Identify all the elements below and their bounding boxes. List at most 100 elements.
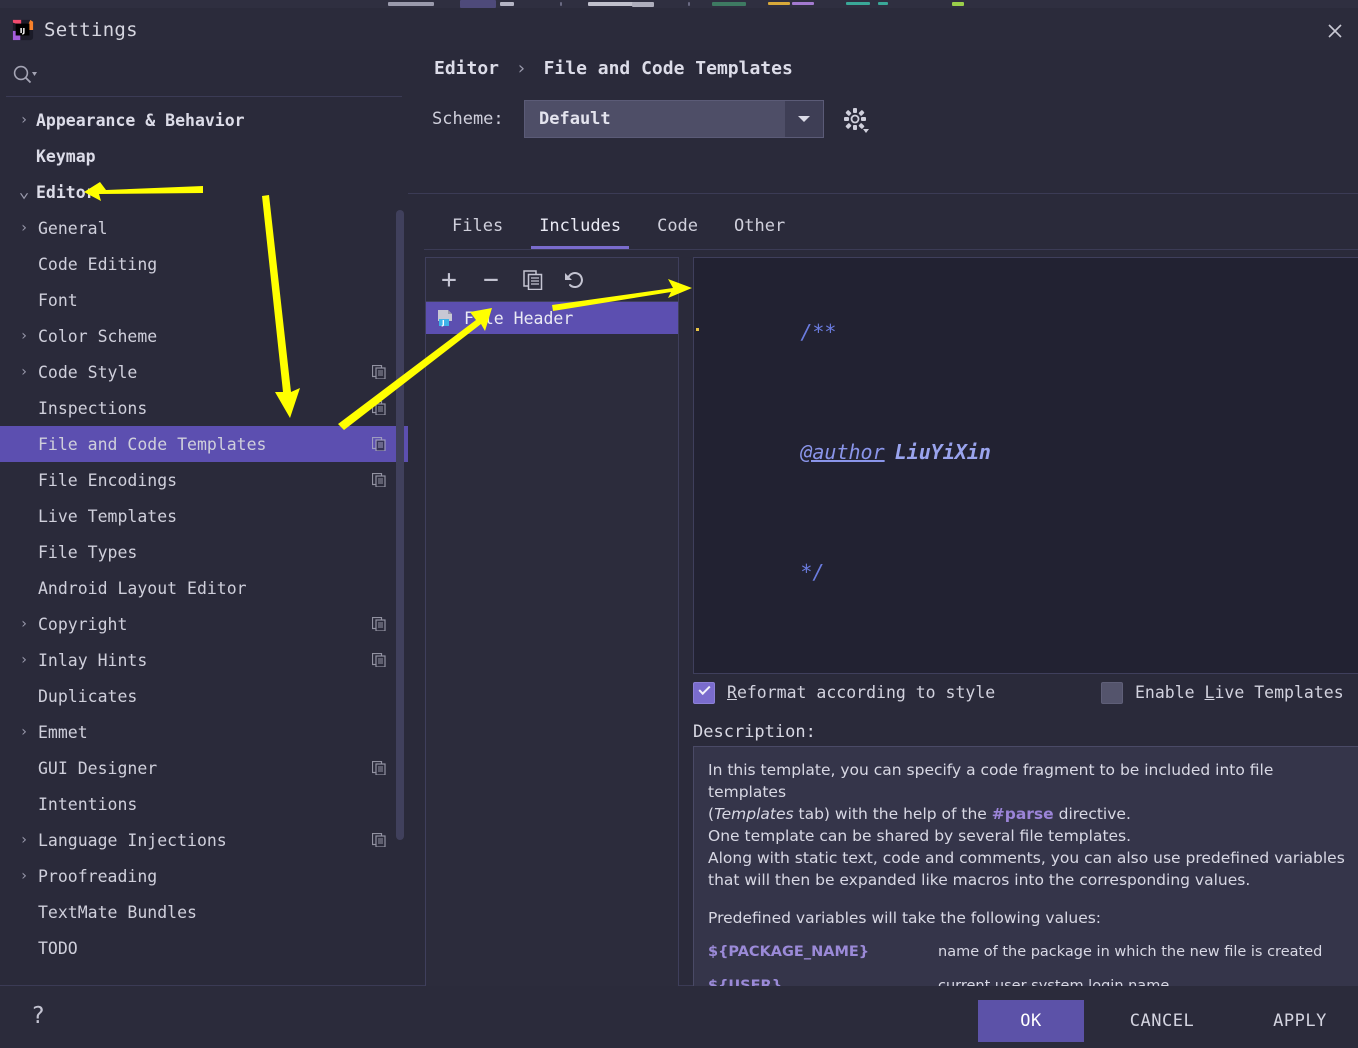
apply-button[interactable]: APPLY [1250,1000,1350,1042]
sidebar-item-android-layout-editor[interactable]: Android Layout Editor [0,570,408,606]
sidebar-scrollbar[interactable] [396,210,404,840]
add-template-button[interactable]: + [430,261,468,299]
sidebar-item-appearance-behavior[interactable]: › Appearance & Behavior [0,102,408,138]
code-comment-close: */ [800,560,825,584]
sidebar-item-code-editing[interactable]: Code Editing [0,246,408,282]
sidebar-item-font[interactable]: Font [0,282,408,318]
dialog-footer: ? OK CANCEL APPLY [0,986,1358,1048]
scheme-dropdown[interactable]: Default [524,100,824,138]
sidebar-item-proofreading[interactable]: › Proofreading [0,858,408,894]
live-templates-checkbox-label[interactable]: Enable Live Templates [1135,683,1344,702]
copy-template-button[interactable] [514,261,552,299]
background-window-strip [0,0,1358,8]
chevron-right-icon[interactable]: › [16,364,32,380]
settings-sidebar: › Appearance & Behavior Keymap ⌄ Editor › Gen… [0,50,408,1041]
sidebar-item-label: Emmet [38,722,88,742]
sidebar-item-keymap[interactable]: Keymap [0,138,408,174]
live-templates-label-post: ive Templates [1214,683,1344,702]
chevron-right-icon[interactable]: › [16,112,32,128]
copy-settings-icon[interactable] [372,401,386,415]
copy-settings-icon[interactable] [372,833,386,847]
sidebar-item-duplicates[interactable]: Duplicates [0,678,408,714]
tab-other[interactable]: Other [716,203,803,249]
sidebar-item-todo[interactable]: TODO [0,930,408,966]
sidebar-item-inlay-hints[interactable]: › Inlay Hints [0,642,408,678]
tab-includes[interactable]: Includes [521,203,639,249]
settings-tree: › Appearance & Behavior Keymap ⌄ Editor › Gen… [0,102,408,982]
description-paragraph-3: Along with static text, code and comment… [708,849,1345,867]
template-code-editor[interactable]: /** @author LiuYiXin */ [693,257,1358,674]
sidebar-item-label: Live Templates [38,506,178,526]
tab-files[interactable]: Files [434,203,521,249]
sidebar-item-label: Color Scheme [38,326,158,346]
sidebar-item-general[interactable]: › General [0,210,408,246]
sidebar-item-code-style[interactable]: › Code Style [0,354,408,390]
cancel-button[interactable]: CANCEL [1102,1000,1222,1042]
code-line-2: @author LiuYiXin [704,392,1356,512]
sidebar-item-file-and-code-templates[interactable]: File and Code Templates [0,426,408,462]
copy-settings-icon[interactable] [372,365,386,379]
tab-code[interactable]: Code [639,203,716,249]
chevron-down-icon[interactable] [785,101,823,137]
sidebar-item-label: TODO [38,938,78,958]
checkmark-icon [698,682,711,696]
header-divider [408,193,1358,194]
sidebar-item-intentions[interactable]: Intentions [0,786,408,822]
search-row[interactable] [0,50,408,98]
sidebar-item-editor[interactable]: ⌄ Editor [0,174,408,210]
template-list-toolbar: + − [426,258,678,302]
code-javadoc-tag: @author [800,440,885,464]
gear-icon[interactable] [842,106,870,134]
breadcrumb-parent[interactable]: Editor [434,58,499,79]
sidebar-item-language-injections[interactable]: › Language Injections [0,822,408,858]
copy-settings-icon[interactable] [372,617,386,631]
sidebar-item-inspections[interactable]: Inspections [0,390,408,426]
search-icon[interactable] [12,64,38,84]
live-templates-mnemonic: L [1204,683,1215,702]
chevron-right-icon[interactable]: › [16,868,32,884]
list-item[interactable]: J File Header [426,302,678,334]
chevron-right-icon[interactable]: › [16,832,32,848]
copy-settings-icon[interactable] [372,653,386,667]
variable-row: ${PACKAGE_NAME} name of the package in wh… [708,935,1350,969]
sidebar-item-color-scheme[interactable]: › Color Scheme [0,318,408,354]
sidebar-item-label: File Encodings [38,470,178,490]
remove-template-button[interactable]: − [472,261,510,299]
sidebar-item-label: Editor [36,182,96,202]
reformat-checkbox[interactable] [693,682,715,704]
reset-template-button[interactable] [556,261,594,299]
sidebar-item-gui-designer[interactable]: GUI Designer [0,750,408,786]
sidebar-item-copyright[interactable]: › Copyright [0,606,408,642]
ok-button[interactable]: OK [978,1000,1084,1042]
reformat-checkbox-label[interactable]: Reformat according to style [727,683,995,702]
reformat-label-text: eformat according to style [736,683,996,702]
breadcrumb-separator-icon: › [515,58,527,79]
copy-settings-icon[interactable] [372,473,386,487]
live-templates-checkbox[interactable] [1101,682,1123,704]
copy-settings-icon[interactable] [372,437,386,451]
desc-p1-keyword: #parse [991,805,1054,823]
sidebar-item-textmate-bundles[interactable]: TextMate Bundles [0,894,408,930]
close-icon[interactable] [1320,16,1350,46]
sidebar-item-file-encodings[interactable]: File Encodings [0,462,408,498]
tabs-divider [424,249,1358,250]
help-icon[interactable]: ? [24,1002,52,1030]
chevron-right-icon[interactable]: › [16,328,32,344]
sidebar-item-live-templates[interactable]: Live Templates [0,498,408,534]
chevron-down-icon[interactable]: ⌄ [16,183,32,201]
chevron-right-icon[interactable]: › [16,652,32,668]
chevron-right-icon[interactable]: › [16,616,32,632]
copy-settings-icon[interactable] [372,761,386,775]
search-input[interactable] [44,60,384,88]
sidebar-item-emmet[interactable]: › Emmet [0,714,408,750]
chevron-right-icon[interactable]: › [16,220,32,236]
chevron-right-icon[interactable]: › [16,724,32,740]
sidebar-item-file-types[interactable]: File Types [0,534,408,570]
